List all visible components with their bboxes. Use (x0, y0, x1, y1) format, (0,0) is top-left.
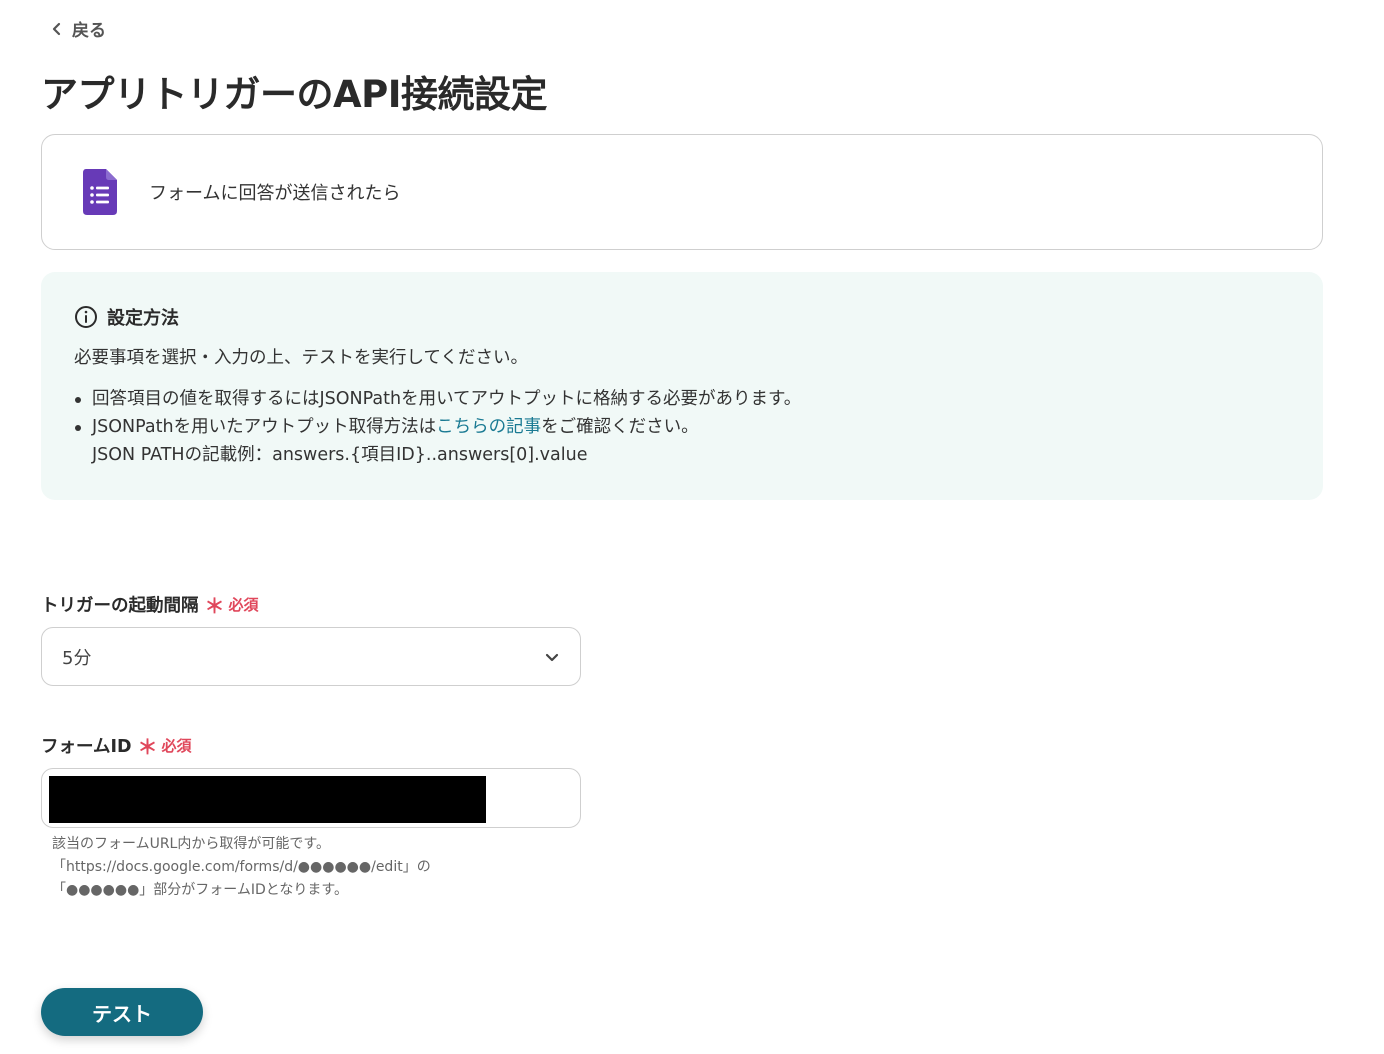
chevron-left-icon (52, 22, 61, 35)
form-id-field-label: フォームID ＊ 必須 (41, 731, 192, 760)
setup-info-box: 設定方法 必要事項を選択・入力の上、テストを実行してください。 回答項目の値を取… (41, 272, 1323, 500)
info-bullet-jsonpath: 回答項目の値を取得するにはJSONPathを用いてアウトプットに格納する必要があ… (75, 385, 1290, 413)
test-button[interactable]: テスト (41, 988, 203, 1036)
app-trigger-card: フォームに回答が送信されたら (41, 134, 1323, 250)
google-forms-icon (83, 169, 117, 215)
page-title: アプリトリガーのAPI接続設定 (41, 73, 548, 116)
back-label: 戻る (72, 21, 106, 41)
required-text: 必須 (228, 596, 259, 614)
interval-select-value: 5分 (62, 647, 92, 669)
info-icon (75, 306, 97, 328)
required-text: 必須 (161, 737, 192, 755)
form-id-hint: 該当のフォームURL内から取得が可能です。 「https://docs.goog… (52, 836, 431, 898)
info-description: 必要事項を選択・入力の上、テストを実行してください。 (74, 348, 528, 368)
info-heading: 設定方法 (74, 304, 1290, 330)
back-link[interactable]: 戻る (50, 16, 106, 41)
page: 戻る アプリトリガーのAPI接続設定 フォームに回答が送信されたら 設定方法 必… (0, 0, 1384, 1054)
jsonpath-example: JSON PATHの記載例：answers.{項目ID}..answers[0]… (92, 445, 588, 465)
redacted-value (49, 776, 486, 823)
interval-field-label: トリガーの起動間隔 ＊ 必須 (41, 590, 259, 619)
info-heading-text: 設定方法 (107, 308, 179, 329)
info-list: 回答項目の値を取得するにはJSONPathを用いてアウトプットに格納する必要があ… (74, 385, 1290, 469)
article-link[interactable]: こちらの記事 (436, 417, 541, 437)
info-bullet-article: JSONPathを用いたアウトプット取得方法はこちらの記事をご確認ください。 J… (75, 413, 1290, 469)
chevron-down-icon (545, 653, 559, 661)
required-asterisk: ＊ (137, 735, 158, 759)
required-asterisk: ＊ (204, 594, 225, 618)
trigger-label: フォームに回答が送信されたら (149, 183, 401, 204)
interval-select[interactable]: 5分 (41, 627, 581, 686)
